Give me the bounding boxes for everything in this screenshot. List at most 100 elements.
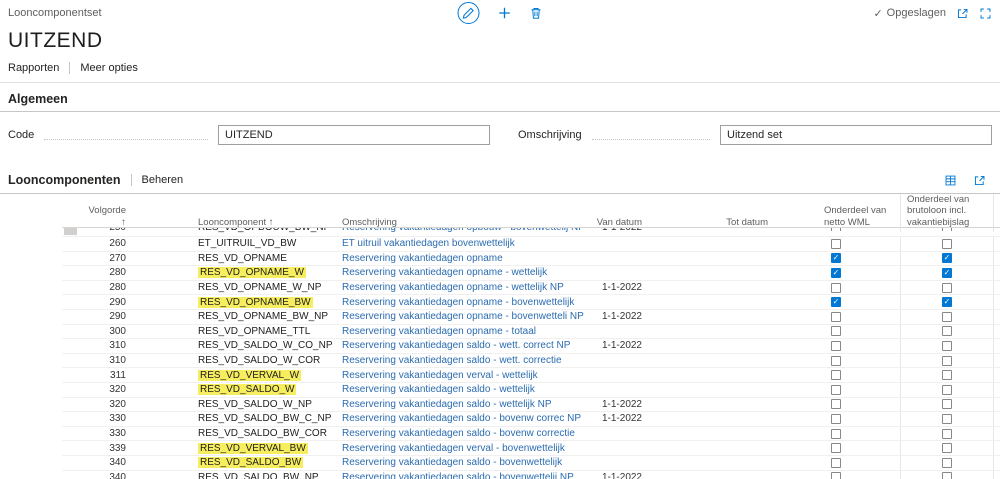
edit-button[interactable]: [458, 2, 480, 24]
breadcrumb[interactable]: Looncomponentset: [8, 7, 102, 19]
looncomponent-value[interactable]: RES_VD_OPNAME_W_NP: [198, 282, 321, 293]
looncomponent-value[interactable]: RES_VD_OPNAME_BW: [198, 297, 313, 308]
wml-checkbox[interactable]: [831, 385, 841, 395]
omschrijving-link[interactable]: Reservering vakantiedagen saldo - wett. …: [342, 355, 562, 366]
looncomponent-value[interactable]: RES_VD_SALDO_BW_NP: [198, 472, 319, 479]
omschrijving-link[interactable]: Reservering vakantiedagen verval - wette…: [342, 370, 538, 381]
table-row[interactable]: 280 RES_VD_OPNAME_W_NP Reservering vakan…: [62, 281, 1000, 296]
wml-checkbox[interactable]: [831, 472, 841, 479]
wml-checkbox[interactable]: [831, 429, 841, 439]
bruto-checkbox[interactable]: [942, 443, 952, 453]
bruto-checkbox[interactable]: [942, 429, 952, 439]
omschrijving-link[interactable]: ET uitruil vakantiedagen bovenwettelijk: [342, 238, 515, 249]
looncomponent-value[interactable]: RES_VD_SALDO_W: [198, 384, 296, 395]
code-input[interactable]: [218, 125, 490, 145]
looncomponent-value[interactable]: RES_VD_SALDO_W_NP: [198, 399, 312, 410]
table-row[interactable]: 330 RES_VD_SALDO_BW_C_NP Reservering vak…: [62, 412, 1000, 427]
omschrijving-link[interactable]: Reservering vakantiedagen saldo - wett. …: [342, 340, 570, 351]
omschrijving-link[interactable]: Reservering vakantiedagen saldo - wettel…: [342, 384, 535, 395]
omschrijving-link[interactable]: Reservering vakantiedagen opbouw - boven…: [342, 228, 585, 233]
bruto-checkbox[interactable]: [942, 356, 952, 366]
bruto-checkbox[interactable]: [942, 472, 952, 479]
omschrijving-link[interactable]: Reservering vakantiedagen saldo - bovenw…: [342, 413, 581, 424]
table-row[interactable]: 330 RES_VD_SALDO_BW_COR Reservering vaka…: [62, 427, 1000, 442]
omschrijving-link[interactable]: Reservering vakantiedagen verval - boven…: [342, 443, 565, 454]
omschrijving-link[interactable]: Reservering vakantiedagen opname - boven…: [342, 297, 574, 308]
table-row[interactable]: 320 RES_VD_SALDO_W_NP Reservering vakant…: [62, 398, 1000, 413]
wml-checkbox[interactable]: [831, 458, 841, 468]
table-row[interactable]: 320 RES_VD_SALDO_W Reservering vakantied…: [62, 383, 1000, 398]
menu-beheren[interactable]: Beheren: [142, 174, 184, 186]
wml-checkbox[interactable]: [831, 326, 841, 336]
table-row[interactable]: 290 RES_VD_OPNAME_BW Reservering vakanti…: [62, 295, 1000, 310]
wml-checkbox[interactable]: [831, 283, 841, 293]
looncomponent-value[interactable]: RES_VD_SALDO_BW_COR: [198, 428, 327, 439]
table-row[interactable]: 310 RES_VD_SALDO_W_CO_NP Reservering vak…: [62, 339, 1000, 354]
looncomponent-value[interactable]: RES_VD_OPNAME_W: [198, 267, 306, 278]
bruto-checkbox[interactable]: [942, 414, 952, 424]
looncomponent-value[interactable]: RES_VD_VERVAL_W: [198, 370, 301, 381]
looncomponent-value[interactable]: RES_VD_OPBOUW_BW_NP: [198, 228, 330, 233]
omschrijving-link[interactable]: Reservering vakantiedagen saldo - bovenw…: [342, 428, 575, 439]
bruto-checkbox[interactable]: [942, 239, 952, 249]
header-bruto[interactable]: Onderdeel van brutoloon incl. vakantiebi…: [900, 194, 994, 232]
omschrijving-link[interactable]: Reservering vakantiedagen saldo - bovenw…: [342, 472, 574, 479]
bruto-checkbox[interactable]: [942, 268, 952, 278]
table-row[interactable]: 300 RES_VD_OPNAME_TTL Reservering vakant…: [62, 325, 1000, 340]
bruto-checkbox[interactable]: [942, 312, 952, 322]
menu-meer-opties[interactable]: Meer opties: [80, 62, 137, 74]
wml-checkbox[interactable]: [831, 370, 841, 380]
wml-checkbox[interactable]: [831, 253, 841, 263]
looncomponent-value[interactable]: RES_VD_SALDO_W_COR: [198, 355, 320, 366]
looncomponent-value[interactable]: RES_VD_OPNAME_BW_NP: [198, 311, 328, 322]
table-row[interactable]: 339 RES_VD_VERVAL_BW Reservering vakanti…: [62, 441, 1000, 456]
bruto-checkbox[interactable]: [942, 399, 952, 409]
omschrijving-link[interactable]: Reservering vakantiedagen opname - boven…: [342, 311, 584, 322]
wml-checkbox[interactable]: [831, 239, 841, 249]
wml-checkbox[interactable]: [831, 356, 841, 366]
wml-checkbox[interactable]: [831, 341, 841, 351]
looncomponent-value[interactable]: RES_VD_SALDO_W_CO_NP: [198, 340, 333, 351]
omschrijving-link[interactable]: Reservering vakantiedagen opname - wette…: [342, 267, 547, 278]
looncomponent-value[interactable]: ET_UITRUIL_VD_BW: [198, 238, 296, 249]
bruto-checkbox[interactable]: [942, 458, 952, 468]
open-page-button[interactable]: [973, 174, 986, 187]
table-row[interactable]: 310 RES_VD_SALDO_W_COR Reservering vakan…: [62, 354, 1000, 369]
omschrijving-link[interactable]: Reservering vakantiedagen saldo - bovenw…: [342, 457, 562, 468]
share-window-button[interactable]: [956, 7, 969, 20]
scrollbar-thumb[interactable]: [64, 228, 77, 235]
table-row[interactable]: 260 ET_UITRUIL_VD_BW ET uitruil vakantie…: [62, 237, 1000, 252]
new-button[interactable]: [498, 6, 512, 20]
table-row[interactable]: 340 RES_VD_SALDO_BW_NP Reservering vakan…: [62, 471, 1000, 479]
looncomponent-value[interactable]: RES_VD_SALDO_BW: [198, 457, 303, 468]
menu-rapporten[interactable]: Rapporten: [8, 62, 59, 74]
delete-button[interactable]: [530, 6, 543, 20]
looncomponent-value[interactable]: RES_VD_SALDO_BW_C_NP: [198, 413, 331, 424]
wml-checkbox[interactable]: [831, 443, 841, 453]
table-row[interactable]: 270 RES_VD_OPNAME Reservering vakantieda…: [62, 252, 1000, 267]
bruto-checkbox[interactable]: [942, 253, 952, 263]
wml-checkbox[interactable]: [831, 228, 841, 231]
wml-checkbox[interactable]: [831, 268, 841, 278]
omschrijving-input[interactable]: [720, 125, 992, 145]
bruto-checkbox[interactable]: [942, 228, 952, 231]
bruto-checkbox[interactable]: [942, 326, 952, 336]
omschrijving-link[interactable]: Reservering vakantiedagen saldo - wettel…: [342, 399, 552, 410]
bruto-checkbox[interactable]: [942, 297, 952, 307]
wml-checkbox[interactable]: [831, 312, 841, 322]
resize-window-button[interactable]: [979, 7, 992, 20]
wml-checkbox[interactable]: [831, 297, 841, 307]
open-in-excel-button[interactable]: [944, 174, 957, 187]
table-row[interactable]: 311 RES_VD_VERVAL_W Reservering vakantie…: [62, 368, 1000, 383]
bruto-checkbox[interactable]: [942, 370, 952, 380]
header-tot-datum[interactable]: Tot datum: [646, 217, 772, 232]
table-row[interactable]: 340 RES_VD_SALDO_BW Reservering vakantie…: [62, 456, 1000, 471]
wml-checkbox[interactable]: [831, 399, 841, 409]
looncomponent-value[interactable]: RES_VD_VERVAL_BW: [198, 443, 308, 454]
bruto-checkbox[interactable]: [942, 283, 952, 293]
omschrijving-link[interactable]: Reservering vakantiedagen opname - totaa…: [342, 326, 536, 337]
table-row[interactable]: 290 RES_VD_OPNAME_BW_NP Reservering vaka…: [62, 310, 1000, 325]
table-row[interactable]: 250 RES_VD_OPBOUW_BW_NP Reservering vaka…: [62, 228, 1000, 237]
bruto-checkbox[interactable]: [942, 385, 952, 395]
omschrijving-link[interactable]: Reservering vakantiedagen opname - wette…: [342, 282, 564, 293]
